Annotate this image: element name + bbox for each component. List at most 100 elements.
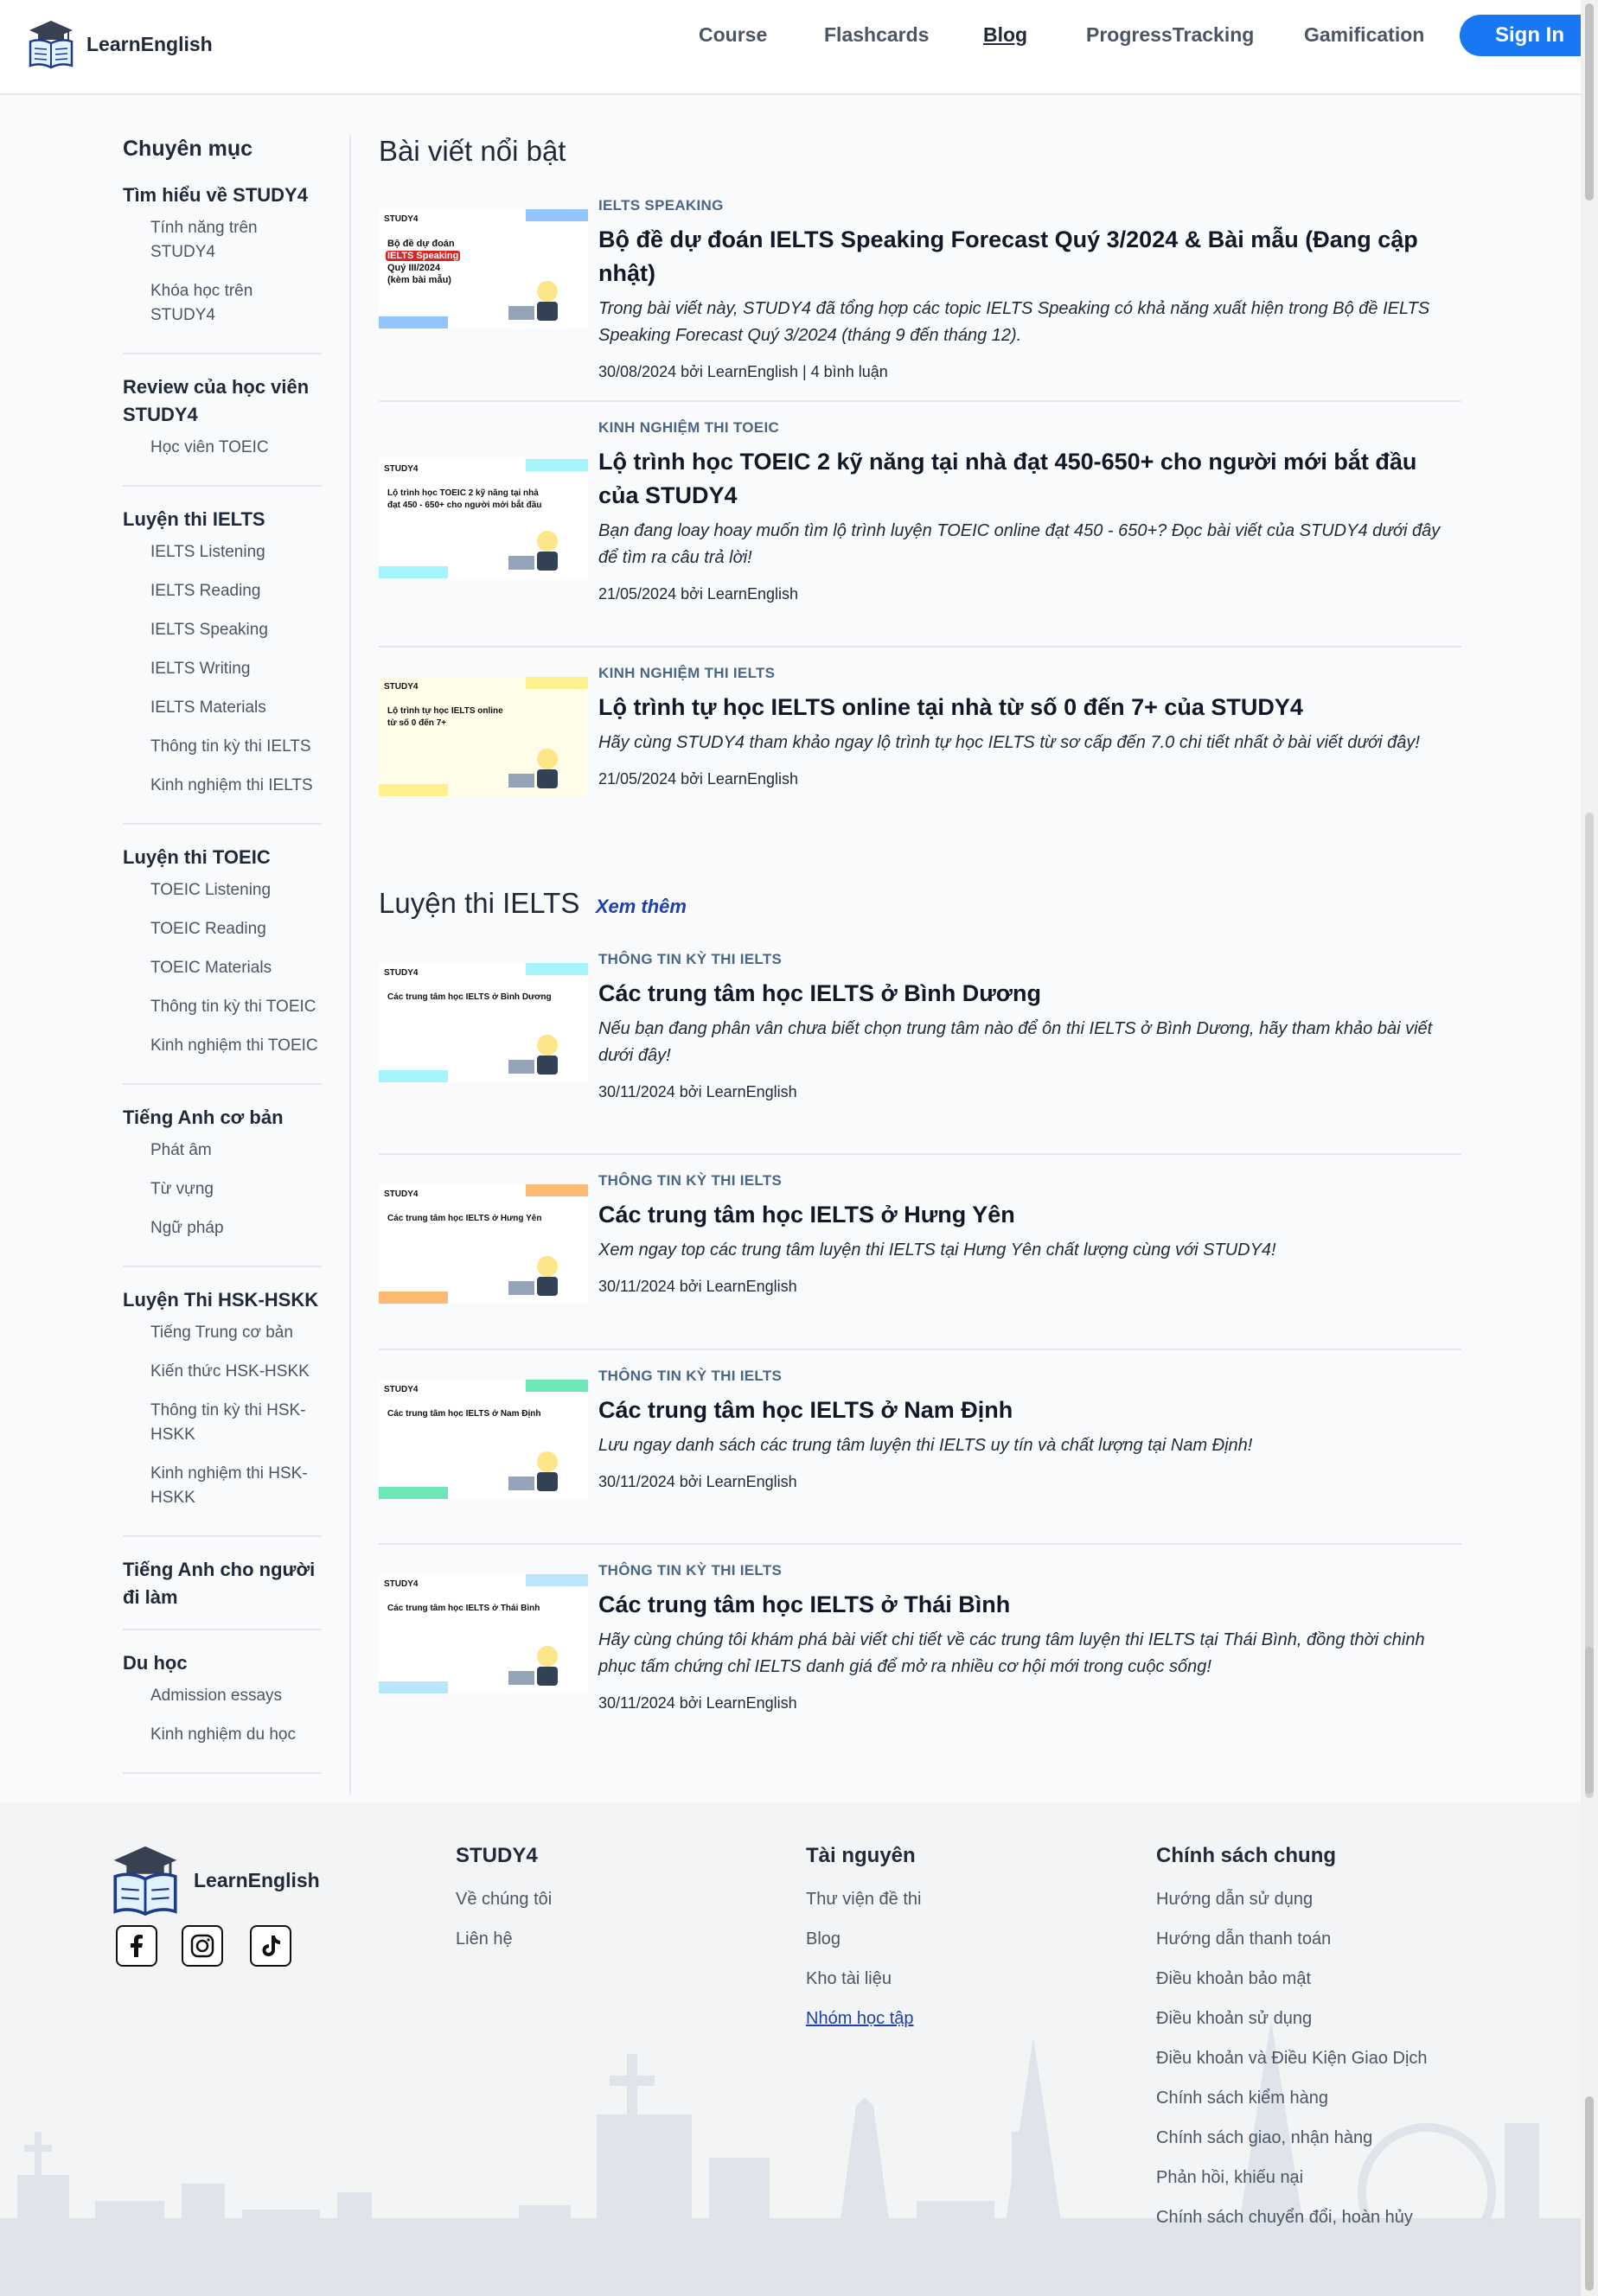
post-category[interactable]: KINH NGHIỆM THI IELTS bbox=[598, 665, 1461, 682]
sidebar-item[interactable]: Thông tin kỳ thi IELTS bbox=[123, 735, 322, 759]
post-body: IELTS SPEAKING Bộ đề dự đoán IELTS Speaki… bbox=[598, 197, 1461, 381]
post-category[interactable]: THÔNG TIN KỲ THI IELTS bbox=[598, 1172, 1461, 1189]
brand-name: LearnEnglish bbox=[86, 32, 213, 55]
nav-flashcards[interactable]: Flashcards bbox=[824, 23, 929, 47]
post-description: Xem ngay top các trung tâm luyện thi IEL… bbox=[598, 1240, 1276, 1260]
sidebar-item[interactable]: Tiếng Trung cơ bản bbox=[123, 1321, 322, 1345]
footer-link-user-guide[interactable]: Hướng dẫn sử dụng bbox=[1156, 1887, 1428, 1911]
sidebar-category-title[interactable]: Tiếng Anh cơ bản bbox=[123, 1104, 322, 1132]
footer-link-transaction-terms[interactable]: Điều khoản và Điều Kiện Giao Dịch bbox=[1156, 2046, 1428, 2070]
post-category[interactable]: KINH NGHIỆM THI TOEIC bbox=[598, 419, 1461, 437]
nav-progress-tracking[interactable]: ProgressTracking bbox=[1086, 23, 1254, 47]
thumbnail-text: Các trung tâm học IELTS ở Thái Bình bbox=[387, 1604, 540, 1613]
footer-link-payment-guide[interactable]: Hướng dẫn thanh toán bbox=[1156, 1927, 1428, 1951]
sidebar-divider bbox=[349, 135, 351, 1795]
nav-course[interactable]: Course bbox=[699, 23, 767, 47]
post-category[interactable]: THÔNG TIN KỲ THI IELTS bbox=[598, 1368, 1461, 1385]
sidebar-item[interactable]: TOEIC Listening bbox=[123, 878, 322, 902]
post-title[interactable]: Lộ trình tự học IELTS online tại nhà từ … bbox=[598, 691, 1461, 724]
post-category[interactable]: THÔNG TIN KỲ THI IELTS bbox=[598, 1562, 1461, 1579]
footer-link-delivery-policy[interactable]: Chính sách giao, nhận hàng bbox=[1156, 2126, 1428, 2150]
thumbnail-brand: STUDY4 bbox=[384, 1579, 419, 1589]
sidebar-item[interactable]: Kinh nghiệm du học bbox=[123, 1723, 322, 1747]
footer-link-refund-policy[interactable]: Chính sách chuyển đổi, hoàn hủy bbox=[1156, 2205, 1428, 2229]
post-title[interactable]: Các trung tâm học IELTS ở Hưng Yên bbox=[598, 1198, 1461, 1232]
post-thumbnail[interactable]: STUDY4 Lộ trình học TOEIC 2 kỹ năng tại n… bbox=[379, 459, 588, 578]
post-description: Bạn đang loay hoay muốn tìm lộ trình luy… bbox=[598, 521, 1441, 567]
nav-gamification[interactable]: Gamification bbox=[1304, 23, 1424, 47]
post-description: Trong bài viết này, STUDY4 đã tổng hợp c… bbox=[598, 299, 1430, 345]
book-graduation-logo-icon bbox=[113, 1846, 177, 1917]
tiktok-icon bbox=[262, 1936, 280, 1956]
sidebar-item[interactable]: Kinh nghiệm thi HSK-HSKK bbox=[123, 1462, 322, 1510]
sidebar-item[interactable]: Từ vựng bbox=[123, 1177, 322, 1202]
post-thumbnail[interactable]: STUDY4 Lộ trình tự học IELTS online từ số … bbox=[379, 677, 588, 796]
page-scrollbar[interactable] bbox=[1581, 0, 1598, 2296]
footer-link-terms[interactable]: Điều khoản sử dụng bbox=[1156, 2006, 1428, 2031]
sign-in-button[interactable]: Sign In bbox=[1460, 15, 1598, 56]
see-more-link[interactable]: Xem thêm bbox=[596, 896, 687, 917]
footer-link-test-library[interactable]: Thư viện đề thi bbox=[806, 1887, 921, 1911]
sidebar-item[interactable]: Phát âm bbox=[123, 1138, 322, 1163]
sidebar-category-title[interactable]: Tìm hiểu về STUDY4 bbox=[123, 182, 322, 209]
sidebar-item[interactable]: IELTS Listening bbox=[123, 540, 322, 564]
footer-col-title: Tài nguyên bbox=[806, 1844, 916, 1867]
book-graduation-logo-icon bbox=[29, 21, 74, 69]
footer-link-complaints[interactable]: Phản hồi, khiếu nại bbox=[1156, 2165, 1428, 2190]
post-category[interactable]: THÔNG TIN KỲ THI IELTS bbox=[598, 951, 1461, 968]
post-title[interactable]: Lộ trình học TOEIC 2 kỹ năng tại nhà đạt… bbox=[598, 445, 1461, 513]
thumbnail-brand: STUDY4 bbox=[384, 214, 419, 224]
footer-link-about[interactable]: Về chúng tôi bbox=[456, 1887, 552, 1911]
facebook-link[interactable] bbox=[116, 1925, 157, 1967]
post-title[interactable]: Các trung tâm học IELTS ở Thái Bình bbox=[598, 1588, 1461, 1622]
nav-blog[interactable]: Blog bbox=[983, 23, 1027, 47]
sidebar-item[interactable]: Tính năng trên STUDY4 bbox=[123, 216, 322, 265]
sidebar-item[interactable]: IELTS Reading bbox=[123, 579, 322, 603]
sidebar-item[interactable]: Kiến thức HSK-HSKK bbox=[123, 1360, 322, 1384]
post-thumbnail[interactable]: STUDY4 Bộ đề dự đoán IELTS Speaking Quý III… bbox=[379, 209, 588, 328]
footer-link-contact[interactable]: Liên hệ bbox=[456, 1927, 552, 1951]
thumbnail-brand: STUDY4 bbox=[384, 968, 419, 978]
footer-link-privacy[interactable]: Điều khoản bảo mật bbox=[1156, 1967, 1428, 1991]
post-category[interactable]: IELTS SPEAKING bbox=[598, 197, 1461, 214]
post-thumbnail[interactable]: STUDY4 Các trung tâm học IELTS ở Nam Định bbox=[379, 1380, 588, 1499]
sidebar-category-title[interactable]: Du học bbox=[123, 1649, 322, 1677]
post-thumbnail[interactable]: STUDY4 Các trung tâm học IELTS ở Thái Bìn… bbox=[379, 1574, 588, 1693]
thumbnail-illustration bbox=[379, 1380, 588, 1499]
post-thumbnail[interactable]: STUDY4 Các trung tâm học IELTS ở Hưng Yên bbox=[379, 1184, 588, 1304]
tiktok-link[interactable] bbox=[250, 1925, 291, 1967]
top-navbar: LearnEnglish Course Flashcards Blog Prog… bbox=[0, 0, 1598, 95]
sidebar-item[interactable]: TOEIC Reading bbox=[123, 917, 322, 941]
sidebar-item[interactable]: TOEIC Materials bbox=[123, 956, 322, 980]
footer-link-documents[interactable]: Kho tài liệu bbox=[806, 1967, 921, 1991]
post-divider bbox=[379, 400, 1461, 402]
site-footer: LearnEnglish STUDY4 Về chúng tôi Liên hệ… bbox=[0, 1802, 1581, 2296]
sidebar-item[interactable]: Thông tin kỳ thi HSK-HSKK bbox=[123, 1399, 322, 1447]
sidebar-category-title[interactable]: Tiếng Anh cho người đi làm bbox=[123, 1556, 322, 1611]
brand-link[interactable]: LearnEnglish bbox=[28, 19, 213, 69]
sidebar-item[interactable]: Học viên TOEIC bbox=[123, 436, 322, 460]
sidebar-category-title[interactable]: Luyện Thi HSK-HSKK bbox=[123, 1286, 322, 1314]
footer-link-study-group[interactable]: Nhóm học tập bbox=[806, 2006, 921, 2031]
sidebar-item[interactable]: Kinh nghiệm thi IELTS bbox=[123, 774, 322, 798]
sidebar-category-title[interactable]: Luyện thi TOEIC bbox=[123, 844, 322, 871]
scrollbar-thumb[interactable] bbox=[1585, 3, 1594, 201]
footer-link-inspection-policy[interactable]: Chính sách kiểm hàng bbox=[1156, 2086, 1428, 2110]
sidebar-item[interactable]: Khóa học trên STUDY4 bbox=[123, 279, 322, 328]
sidebar-item[interactable]: IELTS Speaking bbox=[123, 618, 322, 642]
post-title[interactable]: Bộ đề dự đoán IELTS Speaking Forecast Qu… bbox=[598, 223, 1461, 290]
sidebar-category-title[interactable]: Luyện thi IELTS bbox=[123, 506, 322, 533]
footer-link-blog[interactable]: Blog bbox=[806, 1927, 921, 1951]
post-title[interactable]: Các trung tâm học IELTS ở Bình Dương bbox=[598, 977, 1461, 1011]
sidebar-item[interactable]: Ngữ pháp bbox=[123, 1216, 322, 1240]
post-thumbnail[interactable]: STUDY4 Các trung tâm học IELTS ở Bình Dươ… bbox=[379, 963, 588, 1082]
sidebar-item[interactable]: Kinh nghiệm thi TOEIC bbox=[123, 1034, 322, 1058]
sidebar-item[interactable]: IELTS Writing bbox=[123, 657, 322, 681]
post-title[interactable]: Các trung tâm học IELTS ở Nam Định bbox=[598, 1394, 1461, 1427]
instagram-link[interactable] bbox=[182, 1925, 223, 1967]
sidebar-item[interactable]: IELTS Materials bbox=[123, 696, 322, 720]
sidebar-category-title[interactable]: Review của học viên STUDY4 bbox=[123, 373, 322, 429]
sidebar-item[interactable]: Admission essays bbox=[123, 1684, 322, 1708]
sidebar-item[interactable]: Thông tin kỳ thi TOEIC bbox=[123, 995, 322, 1019]
footer-brand[interactable]: LearnEnglish bbox=[111, 1844, 320, 1917]
